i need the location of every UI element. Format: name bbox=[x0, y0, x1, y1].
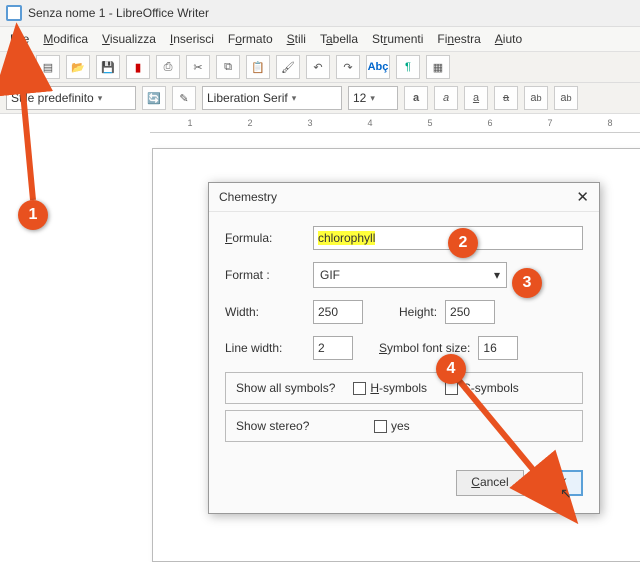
ruler: 1 2 3 4 5 6 7 8 bbox=[150, 114, 640, 133]
stereo-label: Show stereo? bbox=[236, 419, 356, 433]
save-icon[interactable]: 💾 bbox=[96, 55, 120, 79]
step-3-badge: 3 bbox=[512, 268, 542, 298]
update-style-icon[interactable]: 🔄 bbox=[142, 86, 166, 110]
formula-label: Formula: bbox=[225, 231, 305, 245]
menu-finestra[interactable]: Finestra bbox=[437, 32, 480, 46]
redo-icon[interactable]: ↷ bbox=[336, 55, 360, 79]
ok-button[interactable]: OK bbox=[534, 470, 583, 496]
svg-text:6: 6 bbox=[487, 118, 492, 128]
svg-text:4: 4 bbox=[367, 118, 372, 128]
svg-text:5: 5 bbox=[427, 118, 432, 128]
height-label: Height: bbox=[399, 305, 437, 319]
step-2-badge: 2 bbox=[448, 228, 478, 258]
para-icon[interactable]: ¶ bbox=[396, 55, 420, 79]
menu-aiuto[interactable]: Aiuto bbox=[495, 32, 522, 46]
super-icon[interactable]: ab bbox=[524, 86, 548, 110]
format-label: Format : bbox=[225, 268, 305, 282]
pdf-icon[interactable]: ▮ bbox=[126, 55, 150, 79]
toolbar-main: ▤ 📂 💾 ▮ ⎙ ✂ ⧉ 📋 🖌 ↶ ↷ Abç ¶ ▦ bbox=[0, 52, 640, 83]
width-label: Width: bbox=[225, 305, 305, 319]
extension-icon[interactable] bbox=[6, 55, 30, 79]
window-title: Senza nome 1 - LibreOffice Writer bbox=[28, 6, 209, 20]
font-combo[interactable]: Liberation Serif▾ bbox=[202, 86, 342, 110]
menu-inserisci[interactable]: Inserisci bbox=[170, 32, 214, 46]
bold-icon[interactable]: a bbox=[404, 86, 428, 110]
table-icon[interactable]: ▦ bbox=[426, 55, 450, 79]
copy-icon[interactable]: ⧉ bbox=[216, 55, 240, 79]
svg-text:2: 2 bbox=[247, 118, 252, 128]
menu-formato[interactable]: Formato bbox=[228, 32, 273, 46]
new-icon[interactable]: ▤ bbox=[36, 55, 60, 79]
cursor-icon: ↖ bbox=[560, 485, 572, 502]
format-select[interactable]: GIF▾ bbox=[313, 262, 507, 288]
cancel-button[interactable]: Cancel bbox=[456, 470, 523, 496]
titlebar: Senza nome 1 - LibreOffice Writer bbox=[0, 0, 640, 27]
h-symbols-checkbox[interactable]: H-symbols bbox=[353, 381, 427, 395]
symbolfs-label: Symbol font size: bbox=[379, 341, 470, 355]
underline-icon[interactable]: a bbox=[464, 86, 488, 110]
height-input[interactable]: 250 bbox=[445, 300, 495, 324]
symbolfs-input[interactable]: 16 bbox=[478, 336, 518, 360]
svg-text:1: 1 bbox=[187, 118, 192, 128]
style-combo[interactable]: Stile predefinito▾ bbox=[6, 86, 136, 110]
menu-visualizza[interactable]: Visualizza bbox=[102, 32, 156, 46]
new-style-icon[interactable]: ✎ bbox=[172, 86, 196, 110]
menu-file[interactable]: File bbox=[10, 32, 29, 46]
clone-icon[interactable]: 🖌 bbox=[276, 55, 300, 79]
print-icon[interactable]: ⎙ bbox=[156, 55, 180, 79]
cut-icon[interactable]: ✂ bbox=[186, 55, 210, 79]
close-icon[interactable]: ✕ bbox=[576, 188, 589, 206]
menubar: File Modifica Visualizza Inserisci Forma… bbox=[0, 27, 640, 52]
doc-icon bbox=[6, 5, 22, 21]
step-1-badge: 1 bbox=[18, 200, 48, 230]
paste-icon[interactable]: 📋 bbox=[246, 55, 270, 79]
linewidth-input[interactable]: 2 bbox=[313, 336, 353, 360]
italic-icon[interactable]: a bbox=[434, 86, 458, 110]
svg-text:8: 8 bbox=[607, 118, 612, 128]
yes-checkbox[interactable]: yes bbox=[374, 419, 410, 433]
menu-modifica[interactable]: Modifica bbox=[43, 32, 88, 46]
undo-icon[interactable]: ↶ bbox=[306, 55, 330, 79]
dialog-title: Chemestry bbox=[219, 190, 277, 204]
strike-icon[interactable]: a bbox=[494, 86, 518, 110]
spell-icon[interactable]: Abç bbox=[366, 55, 390, 79]
svg-text:3: 3 bbox=[307, 118, 312, 128]
step-4-badge: 4 bbox=[436, 354, 466, 384]
svg-text:7: 7 bbox=[547, 118, 552, 128]
sub-icon[interactable]: ab bbox=[554, 86, 578, 110]
width-input[interactable]: 250 bbox=[313, 300, 363, 324]
open-icon[interactable]: 📂 bbox=[66, 55, 90, 79]
menu-stili[interactable]: Stili bbox=[287, 32, 306, 46]
size-combo[interactable]: 12▾ bbox=[348, 86, 398, 110]
showall-label: Show all symbols? bbox=[236, 381, 335, 395]
toolbar-format: Stile predefinito▾ 🔄 ✎ Liberation Serif▾… bbox=[0, 83, 640, 114]
menu-strumenti[interactable]: Strumenti bbox=[372, 32, 423, 46]
menu-tabella[interactable]: Tabella bbox=[320, 32, 358, 46]
chemistry-dialog: Chemestry ✕ Formula: chlorophyll Format … bbox=[208, 182, 600, 514]
linewidth-label: Line width: bbox=[225, 341, 305, 355]
